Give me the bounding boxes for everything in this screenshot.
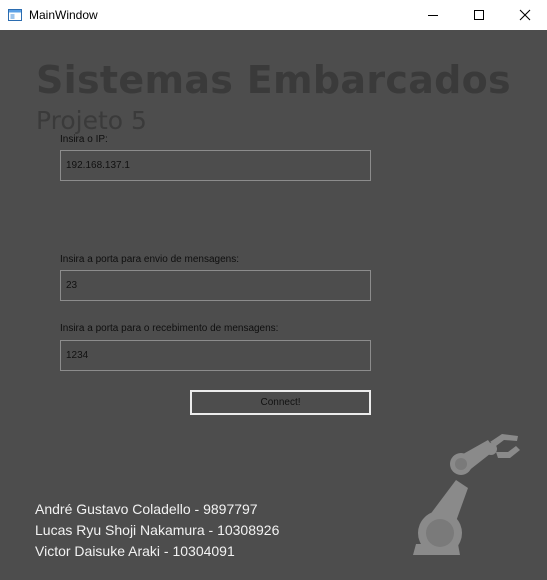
robot-arm-icon xyxy=(413,434,520,555)
window-title: MainWindow xyxy=(29,8,98,22)
author-name: Lucas Ryu Shoji Nakamura - 10308926 xyxy=(35,522,280,538)
close-button[interactable] xyxy=(502,0,547,30)
title-bar[interactable]: MainWindow xyxy=(0,0,547,30)
main-window: MainWindow Sistemas Embarcados Projeto 5… xyxy=(0,0,547,580)
maximize-button[interactable] xyxy=(456,0,502,30)
page-title: Sistemas Embarcados xyxy=(36,58,511,102)
author-name: André Gustavo Coladello - 9897797 xyxy=(35,501,258,517)
connect-button[interactable]: Connect! xyxy=(190,390,371,415)
recv-port-label: Insira a porta para o recebimento de men… xyxy=(60,323,279,334)
authors-list: André Gustavo Coladello - 9897797 Lucas … xyxy=(35,499,279,562)
minimize-icon xyxy=(428,15,438,16)
author-name: Victor Daisuke Araki - 10304091 xyxy=(35,543,235,559)
app-window-icon xyxy=(8,8,22,22)
client-area: Sistemas Embarcados Projeto 5 Insira o I… xyxy=(0,30,547,580)
recv-port-input[interactable] xyxy=(60,340,371,371)
ip-label: Insira o IP: xyxy=(60,134,108,145)
close-icon xyxy=(519,9,531,21)
send-port-input[interactable] xyxy=(60,270,371,301)
minimize-button[interactable] xyxy=(410,0,456,30)
send-port-label: Insira a porta para envio de mensagens: xyxy=(60,254,239,265)
ip-input[interactable] xyxy=(60,150,371,181)
maximize-icon xyxy=(474,10,484,20)
page-subtitle: Projeto 5 xyxy=(36,106,147,135)
